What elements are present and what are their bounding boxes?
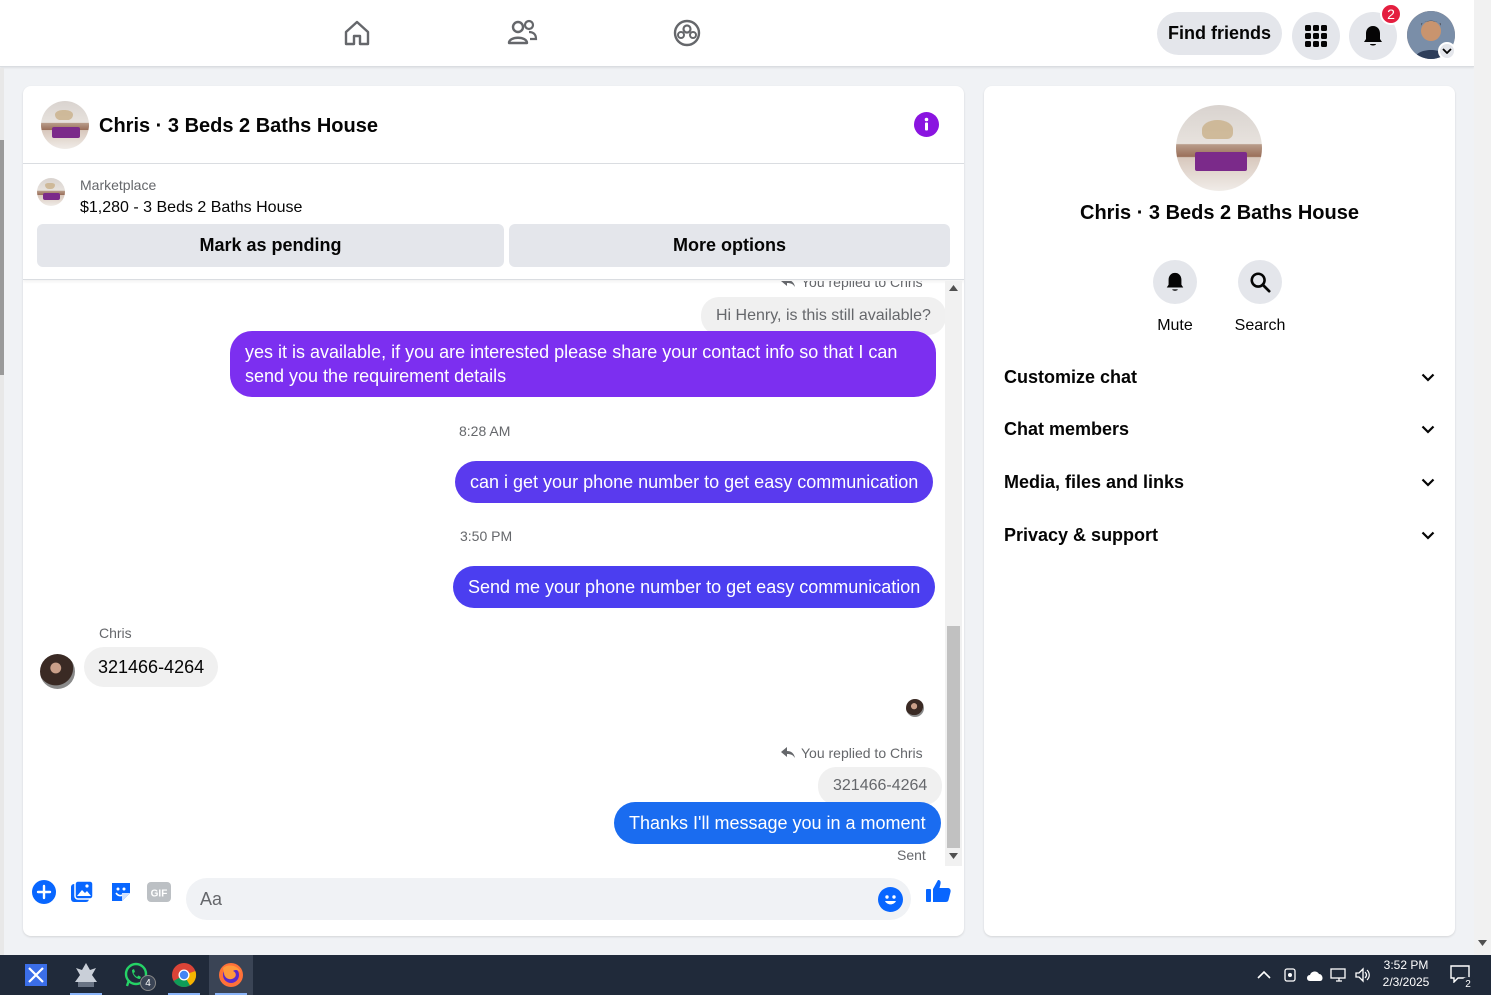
find-friends-button[interactable]: Find friends <box>1157 12 1282 55</box>
listing-avatar[interactable] <box>41 101 89 149</box>
network-icon[interactable] <box>1330 965 1348 985</box>
outgoing-message[interactable]: can i get your phone number to get easy … <box>455 461 934 503</box>
search-label: Search <box>1234 317 1286 334</box>
incoming-message[interactable]: 321466-4264 <box>84 647 219 687</box>
details-title: Chris · 3 Beds 2 Baths House <box>1080 202 1359 224</box>
section-label: Media, files and links <box>1004 471 1185 492</box>
section-label: Chat members <box>1004 418 1130 439</box>
clock-date: 2/3/2025 <box>1382 975 1430 989</box>
whatsapp-icon[interactable]: 4 <box>114 955 158 995</box>
outgoing-message[interactable]: Send me your phone number to get easy co… <box>453 566 936 608</box>
message-scroll-thumb[interactable] <box>947 626 960 848</box>
sticker-icon[interactable] <box>107 878 135 906</box>
sender-name: Chris <box>99 625 132 641</box>
plus-icon[interactable] <box>30 878 58 906</box>
message-status: Sent <box>897 847 926 863</box>
svg-text:GIF: GIF <box>151 889 168 900</box>
message-timestamp: 3:50 PM <box>460 528 513 544</box>
friends-icon[interactable] <box>505 16 539 50</box>
search-icon <box>1238 260 1282 304</box>
section-label: Customize chat <box>1004 366 1138 387</box>
message-input[interactable] <box>200 878 850 920</box>
message-timestamp: 8:28 AM <box>459 423 511 439</box>
bell-icon <box>1364 26 1382 46</box>
marketplace-label: Marketplace <box>80 177 157 193</box>
thumbs-up-icon[interactable] <box>923 876 953 906</box>
mute-button[interactable]: Mute <box>1145 260 1205 335</box>
firefox-icon[interactable] <box>209 955 253 995</box>
page-scrollbar[interactable] <box>1474 0 1491 955</box>
left-scroll-thumb[interactable] <box>0 140 4 375</box>
chat-title[interactable]: Chris · 3 Beds 2 Baths House <box>99 115 378 138</box>
seen-indicator-avatar <box>906 699 924 717</box>
section-label: Privacy & support <box>1004 524 1159 545</box>
mute-label: Mute <box>1157 317 1193 334</box>
meet-now-icon[interactable] <box>1283 965 1299 985</box>
home-icon[interactable] <box>340 16 374 50</box>
chevron-down-icon[interactable] <box>1438 42 1456 60</box>
reply-indicator: You replied to Chris <box>781 281 923 290</box>
photo-icon[interactable] <box>68 878 96 906</box>
onedrive-cloud-icon[interactable] <box>1305 965 1325 985</box>
chrome-icon[interactable] <box>162 955 206 995</box>
outgoing-message[interactable]: Thanks I'll message you in a moment <box>614 802 941 844</box>
reply-arrow-icon <box>781 281 795 287</box>
clock-time: 3:52 PM <box>1383 958 1429 972</box>
menu-grid-icon[interactable] <box>1292 12 1340 60</box>
message-input-wrapper[interactable] <box>186 878 911 920</box>
scroll-down-arrow-icon[interactable] <box>949 853 958 859</box>
listing-profile-picture[interactable] <box>1176 105 1262 191</box>
message-thread[interactable]: You replied to Chris Hi Henry, is this s… <box>23 281 964 866</box>
groups-icon[interactable] <box>670 16 704 50</box>
app-icon[interactable] <box>64 955 108 995</box>
chat-panel: Chris · 3 Beds 2 Baths House Marketplace… <box>23 86 964 936</box>
info-icon[interactable] <box>914 112 939 137</box>
gif-icon[interactable]: GIF <box>145 878 173 906</box>
chris-avatar[interactable] <box>40 654 75 689</box>
conversation-details-panel: Chris · 3 Beds 2 Baths House Mute Search… <box>984 86 1455 936</box>
chevron-down-icon <box>1421 478 1435 487</box>
system-clock[interactable]: 3:52 PM 2/3/2025 <box>1372 957 1440 991</box>
media-files-links-section[interactable]: Media, files and links <box>1004 467 1435 497</box>
quoted-message[interactable]: Hi Henry, is this still available? <box>701 297 946 335</box>
top-navigation-bar: Find friends 2 <box>0 0 1474 67</box>
chat-header: Chris · 3 Beds 2 Baths House <box>23 86 964 164</box>
more-options-button[interactable]: More options <box>509 224 950 267</box>
listing-price-title[interactable]: $1,280 - 3 Beds 2 Baths House <box>80 199 302 217</box>
start-app-icon[interactable] <box>14 955 58 995</box>
action-center-badge: 2 <box>1461 977 1475 991</box>
whatsapp-badge: 4 <box>140 975 156 991</box>
scroll-up-arrow-icon[interactable] <box>949 285 958 291</box>
scroll-down-arrow-icon[interactable] <box>1478 940 1487 946</box>
chat-members-section[interactable]: Chat members <box>1004 414 1435 444</box>
volume-icon[interactable] <box>1354 965 1372 985</box>
chevron-down-icon <box>1421 373 1435 382</box>
search-button[interactable]: Search <box>1230 260 1290 335</box>
reply-note-text: You replied to Chris <box>801 745 923 761</box>
listing-thumbnail[interactable] <box>37 178 65 206</box>
windows-taskbar: 4 3:52 PM 2/3/2025 2 <box>0 955 1491 995</box>
reply-indicator: You replied to Chris <box>781 745 923 761</box>
tray-chevron-up-icon[interactable] <box>1257 965 1271 985</box>
mark-as-pending-button[interactable]: Mark as pending <box>37 224 504 267</box>
notification-count-badge: 2 <box>1380 3 1402 25</box>
chevron-down-icon <box>1421 425 1435 434</box>
reply-note-text: You replied to Chris <box>801 281 923 290</box>
quoted-message[interactable]: 321466-4264 <box>818 767 943 805</box>
privacy-support-section[interactable]: Privacy & support <box>1004 520 1435 550</box>
emoji-icon[interactable] <box>878 887 903 912</box>
outgoing-message[interactable]: yes it is available, if you are interest… <box>230 331 936 397</box>
bell-icon <box>1153 260 1197 304</box>
customize-chat-section[interactable]: Customize chat <box>1004 362 1435 392</box>
chevron-down-icon <box>1421 531 1435 540</box>
reply-arrow-icon <box>781 747 795 758</box>
message-composer: GIF <box>23 866 964 936</box>
